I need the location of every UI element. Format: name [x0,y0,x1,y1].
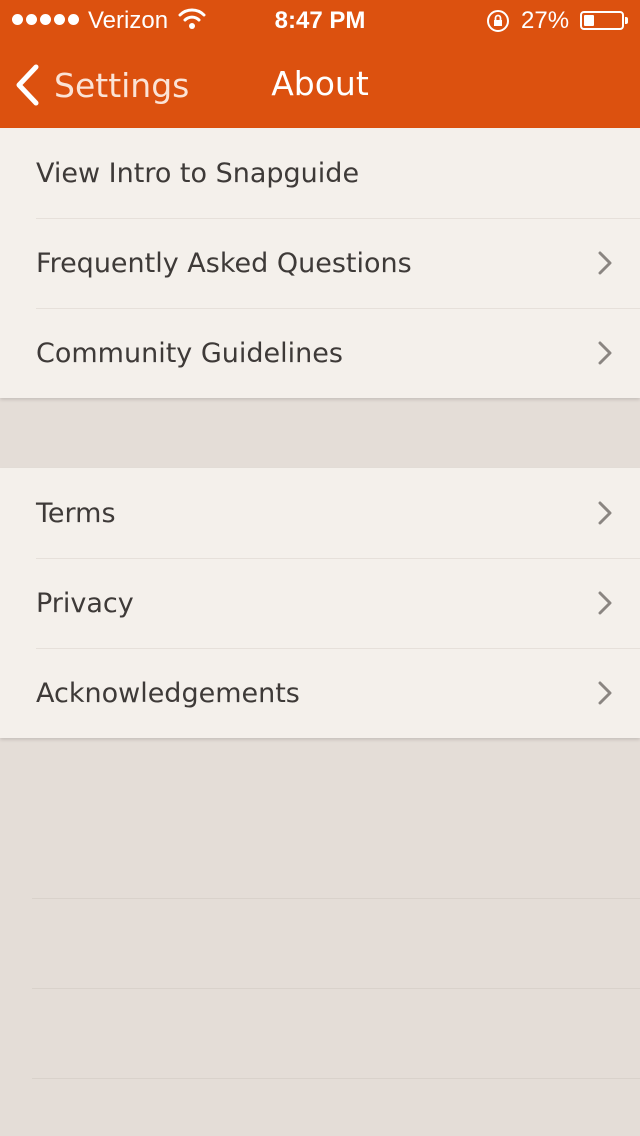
rotation-lock-icon [486,9,510,40]
row-community-guidelines[interactable]: Community Guidelines [0,308,640,398]
row-privacy[interactable]: Privacy [0,558,640,648]
status-bar: Verizon 8:47 PM 27% [0,0,640,40]
row-view-intro[interactable]: View Intro to Snapguide [0,128,640,218]
about-group-legal: Terms Privacy Acknowledgements [0,468,640,738]
empty-separator [32,988,640,989]
row-terms[interactable]: Terms [0,468,640,558]
row-label: View Intro to Snapguide [36,157,360,189]
about-group-primary: View Intro to Snapguide Frequently Asked… [0,128,640,398]
row-label: Privacy [36,587,134,619]
chevron-right-icon [598,681,612,705]
empty-separator [32,898,640,899]
battery-icon [580,11,628,30]
row-label: Terms [36,497,116,529]
row-faq[interactable]: Frequently Asked Questions [0,218,640,308]
page-title: About [271,64,369,103]
chevron-right-icon [598,251,612,275]
row-acknowledgements[interactable]: Acknowledgements [0,648,640,738]
empty-separator [32,1078,640,1079]
row-label: Acknowledgements [36,677,300,709]
chevron-right-icon [598,501,612,525]
chevron-right-icon [598,341,612,365]
row-label: Community Guidelines [36,337,343,369]
chevron-right-icon [598,591,612,615]
row-label: Frequently Asked Questions [36,247,412,279]
navigation-bar: Verizon 8:47 PM 27% Settings About [0,0,640,128]
battery-percent: 27% [521,7,570,34]
